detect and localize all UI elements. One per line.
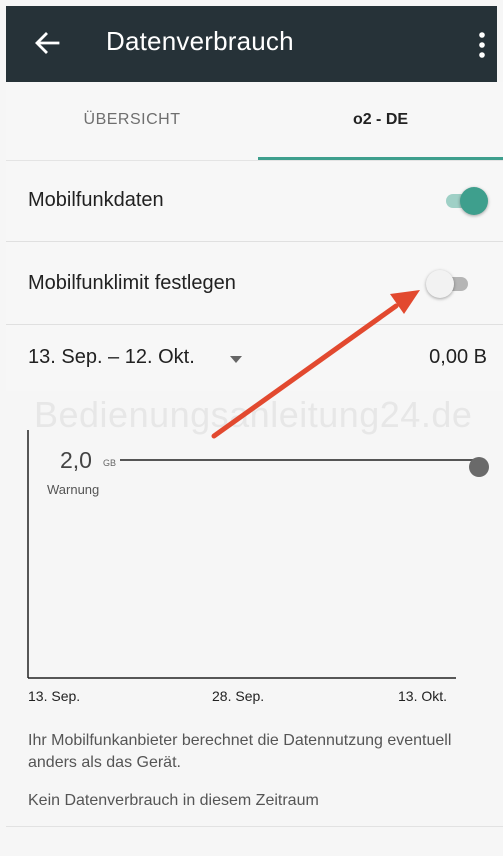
annotation-arrow-icon	[211, 290, 420, 439]
data-usage-screen: Datenverbrauch ÜBERSICHT o2 - DE Mobilfu…	[0, 0, 503, 856]
